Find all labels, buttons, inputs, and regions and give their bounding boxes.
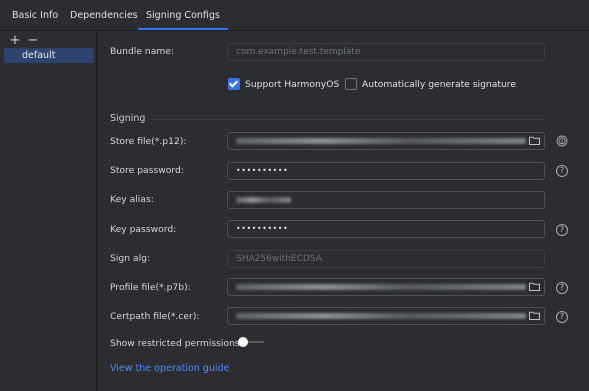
- certpath-file-value: [236, 312, 526, 319]
- tab-dependencies[interactable]: Dependencies: [70, 0, 138, 31]
- folder-icon[interactable]: [529, 282, 540, 291]
- profile-file-value: [236, 283, 526, 290]
- tab-signing-configs[interactable]: Signing Configs: [138, 0, 228, 31]
- tab-basic-info[interactable]: Basic Info: [12, 0, 58, 31]
- key-password-value: ••••••••••: [236, 224, 289, 233]
- key-password-field[interactable]: ••••••••••: [227, 220, 545, 238]
- minus-icon[interactable]: −: [26, 34, 40, 47]
- folder-icon[interactable]: [529, 136, 540, 145]
- sign-alg-label: Sign alg:: [110, 253, 151, 264]
- support-harmonyos-checkbox[interactable]: [228, 78, 240, 90]
- signing-section-title: Signing: [110, 113, 146, 124]
- profile-file-label: Profile file(*.p7b):: [110, 282, 191, 293]
- store-file-label: Store file(*.p12):: [110, 136, 187, 147]
- toggle-knob: [238, 337, 248, 347]
- key-alias-field[interactable]: [227, 191, 545, 209]
- key-alias-value: [236, 196, 291, 203]
- help-icon[interactable]: ?: [556, 311, 568, 323]
- certpath-file-label: Certpath file(*.cer):: [110, 311, 200, 322]
- help-icon[interactable]: ?: [556, 224, 568, 236]
- config-list-panel: + − default: [0, 31, 97, 391]
- help-icon[interactable]: ?: [556, 282, 568, 294]
- tab-bar: Basic Info Dependencies Signing Configs: [0, 0, 589, 31]
- config-item-label: default: [22, 50, 56, 61]
- config-item-default[interactable]: default: [4, 48, 94, 63]
- operation-guide-link[interactable]: View the operation guide: [110, 363, 229, 374]
- show-restricted-label: Show restricted permissions: [110, 338, 240, 349]
- certpath-file-field[interactable]: [227, 307, 545, 325]
- section-divider: [151, 119, 545, 120]
- support-harmonyos-label: Support HarmonyOS: [245, 79, 340, 90]
- fingerprint-icon[interactable]: [556, 135, 568, 147]
- store-password-field[interactable]: ••••••••••: [227, 162, 545, 180]
- key-password-label: Key password:: [110, 224, 177, 235]
- bundle-name-field[interactable]: com.example.test.template: [227, 43, 545, 61]
- folder-icon[interactable]: [529, 311, 540, 320]
- store-password-value: ••••••••••: [236, 166, 289, 175]
- sign-alg-field: SHA256withECDSA: [227, 250, 545, 268]
- help-icon[interactable]: ?: [556, 165, 568, 177]
- store-file-field[interactable]: [227, 132, 545, 150]
- sign-alg-value: SHA256withECDSA: [236, 254, 322, 264]
- show-restricted-toggle[interactable]: [238, 337, 264, 347]
- profile-file-field[interactable]: [227, 278, 545, 296]
- bundle-name-label: Bundle name:: [110, 46, 175, 57]
- auto-signature-checkbox[interactable]: [345, 78, 357, 90]
- store-password-label: Store password:: [110, 165, 184, 176]
- auto-signature-label: Automatically generate signature: [362, 79, 517, 90]
- bundle-name-placeholder: com.example.test.template: [236, 47, 361, 57]
- key-alias-label: Key alias:: [110, 194, 154, 205]
- store-file-value: [236, 137, 526, 144]
- plus-icon[interactable]: +: [8, 34, 22, 47]
